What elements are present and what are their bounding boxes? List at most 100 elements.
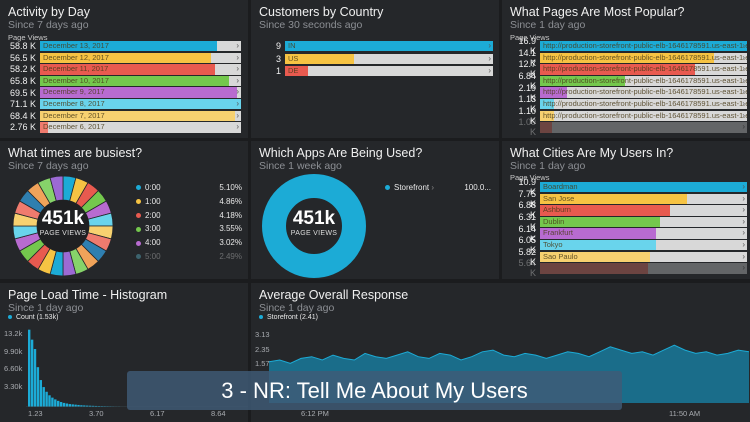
legend-item[interactable]: 5:00 [136,252,161,261]
legend-item[interactable]: 3:00 [136,224,161,233]
bar-track: › [540,263,747,274]
bar-track: December 10, 2017 › [40,75,241,87]
bar-row[interactable]: 58.2 K December 11, 2017 › [8,64,241,75]
customers-by-country-panel[interactable]: Customers by Country Since 30 seconds ag… [251,0,499,138]
bar-track: Sao Paulo › [540,251,747,262]
bar-row[interactable]: 9 IN › [259,41,493,52]
chevron-right-icon: › [742,110,745,120]
legend-item[interactable]: 4:00 [136,238,161,247]
bar-row[interactable]: 58.8 K December 13, 2017 › [8,41,241,52]
bar-row[interactable]: 14.1 Khttp://production-storefront-publi… [510,48,747,68]
popular-pages-panel[interactable]: What Pages Are Most Popular? Since 1 day… [502,0,750,138]
bar-label: http://production-storefront-public-elb-… [543,87,747,97]
bar-row[interactable]: 6.31 K Dublin › [510,212,747,232]
bar-value: 1.09 K [518,117,536,138]
bar-label: December 6, 2017 [43,122,105,132]
bar-row[interactable]: 12.7 Khttp://production-storefront-publi… [510,59,747,79]
user-cities-panel[interactable]: What Cities Are My Users In? Since 1 day… [502,141,750,279]
bar-row[interactable]: 3 US › [259,53,493,64]
legend-label: 4:00 [145,238,161,248]
dashboard: Activity by Day Since 7 days ago Page Vi… [0,0,750,422]
panel-subtitle: Since 1 day ago [8,302,84,314]
bar-row[interactable]: 6.14 K Frankfurt › [510,224,747,244]
bar-row[interactable]: 7.75 K San Jose › [510,189,747,209]
busiest-times-panel[interactable]: What times are busiest? Since 7 days ago… [0,141,248,279]
bar-label: http://production-storefront-public-elb-… [543,110,747,120]
bar-row[interactable]: 2.19 Khttp://production-storefront-publi… [510,83,747,103]
bar-row[interactable]: 1.13 Khttp://production-storefront-publi… [510,94,747,114]
chevron-right-icon: › [742,41,745,50]
x-tick-label: 1.23 [28,409,43,418]
chevron-right-icon: › [236,64,239,74]
panel-subtitle: Since 1 day ago [510,19,586,31]
bar-label: San Jose [543,193,575,203]
bar-value: 71.1 K [9,99,36,110]
bar-row[interactable]: 16.9 Khttp://production-storefront-publi… [510,36,747,56]
bar-label: December 13, 2017 [43,41,109,50]
donut-center-label: PAGE VIEWS [290,230,338,237]
histogram-bar[interactable] [62,402,66,407]
bar-track: December 11, 2017 › [40,64,241,75]
chevron-right-icon: › [236,99,239,108]
bar-label: http://production-storefront-public-elb-… [543,75,747,85]
bar-row[interactable]: 5.82 K Sao Paulo › [510,247,747,267]
legend-item[interactable]: 1:00 [136,197,161,206]
activity-by-day-panel[interactable]: Activity by Day Since 7 days ago Page Vi… [0,0,248,138]
apps-used-panel[interactable]: Which Apps Are Being Used? Since 1 week … [251,141,499,279]
legend-item[interactable]: 2:00 [136,211,161,220]
histogram-bar[interactable] [54,399,57,407]
histogram-bar[interactable] [33,349,37,407]
chevron-right-icon: › [742,240,745,249]
legend-item[interactable]: 0:00 [136,183,161,192]
y-tick-label: 6.60k [4,364,23,374]
bar-row[interactable]: 65.8 K December 10, 2017 › [8,75,241,87]
bar-row[interactable]: 6.88 K Ashburn › [510,200,747,220]
apps-legend-item[interactable]: Storefront › [385,183,434,192]
bar-row[interactable]: 10.9 K Boardman › [510,177,747,197]
bar-label: DE [288,66,299,75]
panel-title: Customers by Country [259,5,384,19]
bar-row[interactable]: 6.05 K Tokyo › [510,235,747,255]
chevron-right-icon: › [236,41,239,50]
histogram-bar[interactable] [42,387,45,407]
bar-row[interactable]: 56.5 K December 12, 2017 › [8,52,241,63]
bar-track: IN › [285,41,493,52]
bar-row[interactable]: 71.1 K December 8, 2017 › [8,99,241,110]
bar-row[interactable]: 1.09 K › [510,117,747,137]
histogram-bar[interactable] [65,403,69,407]
histogram-bar[interactable] [36,367,40,407]
bar-row[interactable]: 68.4 K December 7, 2017 › [8,110,241,121]
histogram-bar[interactable] [30,339,34,407]
bar-track: http://production-storefront-public-elb-… [540,87,747,98]
histogram-bar[interactable] [39,380,42,407]
bar-label: December 7, 2017 [43,110,105,120]
bar-row[interactable]: 69.5 K December 9, 2017 › [8,87,241,98]
histogram-bar[interactable] [59,402,63,407]
histogram-bar[interactable] [57,400,60,407]
histogram-bar[interactable] [48,395,51,407]
legend-pct: 3.02% [219,238,242,248]
bar-row[interactable]: 2.76 K December 6, 2017 › [8,122,241,133]
histogram-bar[interactable] [28,329,31,407]
legend-label: Count (1.53k) [16,314,59,321]
chevron-right-icon: › [236,52,239,62]
histogram-bar[interactable] [45,391,48,407]
panel-subtitle: Since 7 days ago [8,19,89,31]
bar-row[interactable]: 1.10 Khttp://production-storefront-publi… [510,106,747,126]
x-tick-label: 8.64 [211,409,226,418]
legend-dot [136,185,141,191]
legend-label: 1:00 [145,196,161,206]
bar-label: Frankfurt [543,228,574,238]
bar-row[interactable]: 1 DE › [259,66,493,77]
bar-row[interactable]: 5.64 K › [510,258,747,278]
bar-label: December 9, 2017 [43,87,105,97]
bar-track: December 8, 2017 › [40,99,241,110]
bar-label: December 10, 2017 [43,75,109,85]
y-tick-label: 13.2k [4,329,23,338]
bar-track: December 12, 2017 › [40,52,241,63]
bar-row[interactable]: 6.84 Khttp://production-storefront-publi… [510,71,747,91]
chevron-right-icon: › [742,99,745,108]
histogram-bar[interactable] [51,397,54,407]
chevron-right-icon: › [742,182,745,191]
x-tick-label: 3.70 [89,409,104,418]
